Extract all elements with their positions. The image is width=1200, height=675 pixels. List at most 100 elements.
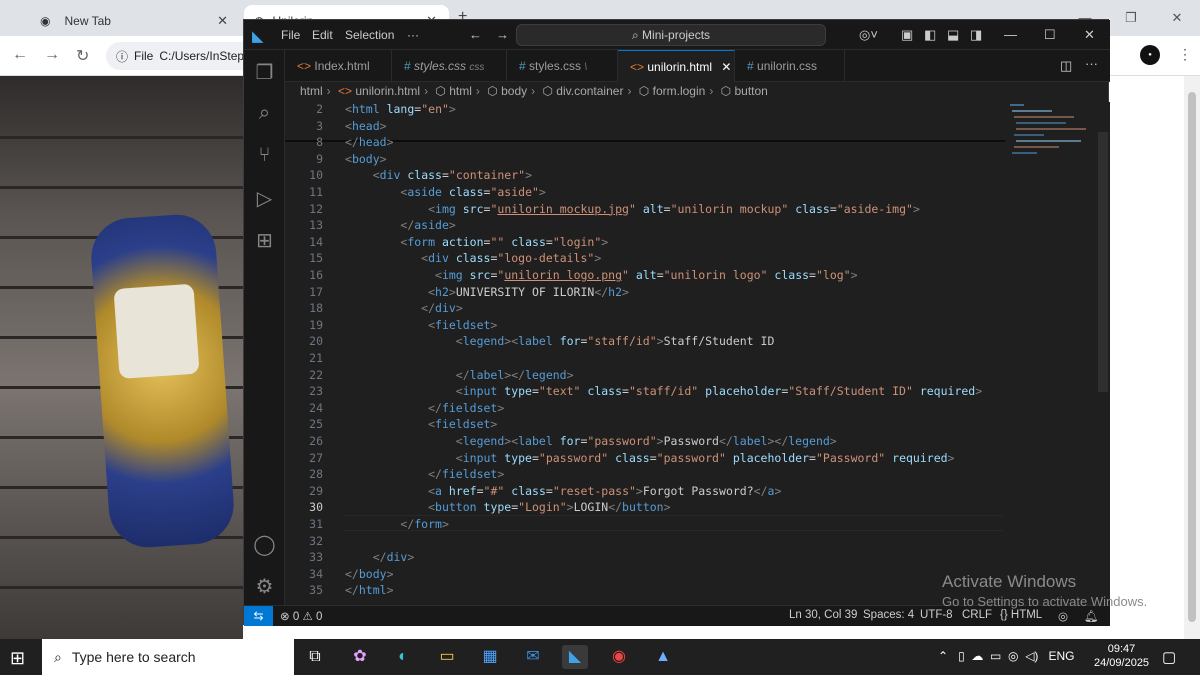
clock[interactable]: 09:47 24/09/2025 — [1094, 642, 1149, 670]
breadcrumb-item[interactable]: button — [734, 84, 767, 98]
language-indicator[interactable]: ENG — [1048, 649, 1074, 663]
tab-path-hint: css — [469, 62, 485, 73]
breadcrumb-item[interactable]: unilorin.html — [355, 84, 420, 98]
toggle-sidebar-icon[interactable]: ◧ — [924, 27, 936, 43]
tab-label: unilorin.css — [757, 59, 818, 73]
taskbar-search[interactable]: ⌕ Type here to search — [42, 639, 294, 675]
browser-tab-new-tab[interactable]: ◉ New Tab ✕ — [30, 5, 240, 36]
close-icon[interactable]: ✕ — [1084, 27, 1095, 43]
search-icon[interactable]: ⌕ — [244, 102, 285, 125]
store-icon[interactable]: ▦ — [477, 645, 503, 669]
task-view-icon[interactable]: ⧉ — [302, 645, 328, 669]
menu-selection[interactable]: Selection — [345, 28, 394, 42]
more-actions-icon[interactable]: ··· — [1085, 56, 1098, 71]
outlook-icon[interactable]: ✉ — [520, 645, 546, 669]
split-editor-icon[interactable]: ◫ — [1060, 58, 1072, 74]
code-line: </aside> — [400, 218, 456, 233]
photos-icon[interactable]: ▲ — [650, 645, 676, 669]
restore-icon[interactable]: ❐ — [1108, 0, 1154, 36]
menu-edit[interactable]: Edit — [312, 28, 333, 42]
line-number: 3 — [316, 118, 323, 133]
menu-file[interactable]: File — [281, 28, 300, 42]
breadcrumb-item[interactable]: body — [501, 84, 527, 98]
line-ending[interactable]: CRLF — [962, 609, 992, 621]
copilot-icon[interactable]: ◎ — [1058, 609, 1068, 623]
battery-icon[interactable]: ▭ — [990, 649, 1001, 663]
address-bar[interactable]: ⓘ File C:/Users/InStep — [106, 42, 266, 70]
tab-unilorin-html[interactable]: <> unilorin.html ✕ — [618, 50, 735, 82]
search-icon: ⌕ — [631, 28, 639, 42]
problems-indicator[interactable]: ⊗ 0 ⚠ 0 — [280, 609, 322, 623]
extensions-icon[interactable]: ⊞ — [244, 228, 285, 253]
line-number: 22 — [309, 367, 323, 382]
copilot-app-icon[interactable]: ✿ — [347, 645, 373, 669]
search-placeholder: Type here to search — [71, 649, 196, 665]
avatar[interactable]: ● — [1140, 45, 1160, 65]
maximize-icon[interactable]: ☐ — [1044, 27, 1056, 43]
account-icon[interactable]: ◯ — [244, 532, 285, 557]
explorer-icon[interactable]: ❐ — [244, 60, 285, 85]
close-icon[interactable]: ✕ — [217, 13, 228, 29]
forward-arrow-icon[interactable]: → — [44, 46, 60, 64]
chrome-taskbar-icon[interactable]: ◉ — [606, 645, 632, 669]
editor-scrollbar[interactable] — [1098, 132, 1108, 392]
code-line: <img src="unilorin mockup.jpg" alt="unil… — [428, 201, 920, 216]
vscode-taskbar-icon[interactable]: ◣ — [562, 645, 588, 669]
toggle-panel-icon[interactable]: ⬓ — [947, 27, 959, 43]
code-editor[interactable]: 2 3 8 9 10 11 12 13 14 15 16 17 18 19 20 21 22 23 24 25 26 27… — [285, 102, 1110, 605]
code-line: <a href="#" class="reset-pass">Forgot Pa… — [428, 483, 782, 498]
tab-unilorin-css[interactable]: # unilorin.css — [735, 50, 845, 82]
copilot-icon[interactable]: ◎˅ — [859, 27, 878, 43]
run-debug-icon[interactable]: ▷ — [244, 186, 285, 211]
back-arrow-icon[interactable]: ← — [469, 27, 482, 42]
code-line: </label></legend> — [455, 367, 574, 382]
tab-label: styles.css — [414, 59, 467, 73]
breadcrumb-item[interactable]: html — [300, 84, 323, 98]
breadcrumb-item[interactable]: form.login — [653, 84, 706, 98]
network-icon[interactable]: ◎ — [1008, 649, 1018, 663]
breadcrumb-item[interactable]: html — [449, 84, 472, 98]
code-line: </head> — [345, 135, 394, 150]
chrome-icon: ◉ — [40, 13, 51, 28]
line-number: 11 — [309, 185, 323, 199]
source-control-icon[interactable]: ⑂ — [244, 144, 285, 167]
code-line: <fieldset> — [428, 417, 498, 432]
speaker-icon[interactable]: ◁) — [1025, 649, 1038, 663]
cloud-icon[interactable]: ☁ — [971, 649, 983, 663]
encoding[interactable]: UTF-8 — [920, 609, 953, 621]
notification-icon[interactable]: ▢ — [1162, 648, 1176, 666]
indentation[interactable]: Spaces: 4 — [863, 609, 914, 621]
close-icon[interactable]: ✕ — [721, 60, 731, 74]
line-number: 31 — [309, 517, 323, 531]
kebab-menu-icon[interactable]: ⋮ — [1178, 46, 1192, 63]
browser-scrollbar[interactable] — [1184, 76, 1200, 639]
minimize-icon[interactable]: — — [1004, 27, 1017, 42]
gear-icon[interactable]: ⚙ — [244, 574, 285, 599]
edge-icon[interactable]: ◐ — [390, 645, 416, 669]
bell-icon[interactable]: 🔔︎ — [1084, 609, 1099, 623]
windows-start-icon[interactable]: ⊞ — [10, 648, 25, 669]
breadcrumb-item[interactable]: div.container — [556, 84, 623, 98]
back-arrow-icon[interactable]: ← — [12, 46, 28, 64]
toggle-secondary-sidebar-icon[interactable]: ◨ — [970, 27, 982, 43]
close-icon[interactable]: ✕ — [1154, 0, 1200, 36]
tab-styles-css[interactable]: # styles.css css — [392, 50, 507, 82]
forward-arrow-icon[interactable]: → — [496, 27, 509, 42]
chevron-up-icon[interactable]: ⌃ — [938, 649, 948, 663]
line-number: 29 — [309, 483, 323, 498]
cursor-position[interactable]: Ln 30, Col 39 — [789, 609, 857, 621]
code-line: </fieldset> — [428, 467, 505, 482]
device-icon[interactable]: ▯ — [958, 649, 965, 663]
menu-more[interactable]: ··· — [407, 28, 419, 42]
customize-layout-icon[interactable]: ▣ — [901, 27, 913, 43]
minimap[interactable] — [1008, 102, 1098, 182]
tab-index-html[interactable]: <> Index.html — [285, 50, 392, 82]
file-explorer-icon[interactable]: ▭ — [434, 645, 460, 669]
line-number: 9 — [316, 151, 323, 166]
reload-icon[interactable]: ↻ — [76, 46, 89, 66]
command-center[interactable]: ⌕ Mini-projects — [516, 24, 826, 46]
tab-styles-css-2[interactable]: # styles.css \ — [507, 50, 618, 82]
remote-indicator-icon[interactable]: ⇆ — [244, 606, 273, 626]
language-mode[interactable]: {} HTML — [1000, 609, 1042, 621]
css-file-icon: # — [519, 59, 526, 73]
